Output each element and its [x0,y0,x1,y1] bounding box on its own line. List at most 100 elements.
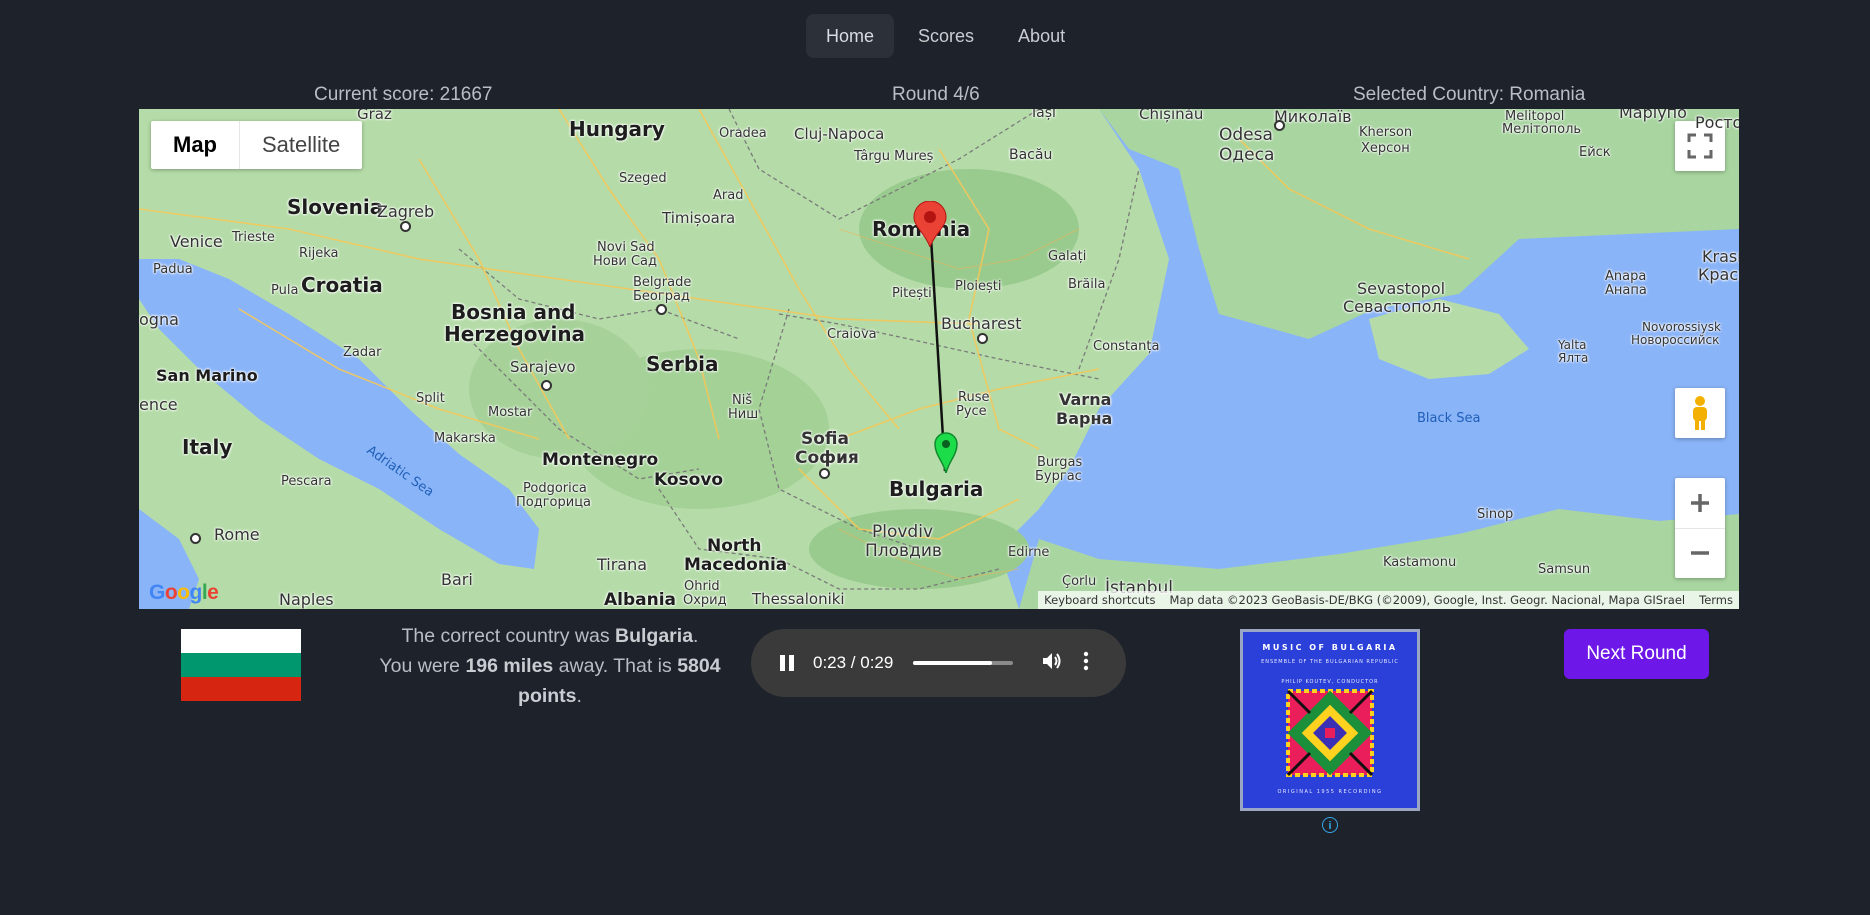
top-nav: Home Scores About [806,14,1085,58]
label-szeged: Szeged [619,171,667,186]
label-varna-1: Varna [1059,390,1112,409]
label-north-2: Macedonia [684,555,788,575]
city-dot [656,304,667,315]
label-novisad-1: Novi Sad [597,240,655,255]
label-zagreb: Zagreb [377,202,435,221]
label-croatia: Croatia [301,273,383,297]
result-line2-post: . [576,685,582,707]
answer-marker-green [934,432,958,473]
album-subtitle: ENSEMBLE OF THE BULGARIAN REPUBLIC [1261,659,1399,665]
label-rostov: Росто [1695,113,1739,132]
album-title: MUSIC OF BULGARIA [1262,643,1398,652]
label-north-1: North [707,536,762,556]
selected-country: Selected Country: Romania [1353,84,1586,105]
label-mykolaiv: Миколаїв [1274,109,1352,126]
label-galati: Galați [1048,249,1087,264]
label-burgas-2: Бургас [1035,469,1082,484]
label-novorossiysk-1: Novorossiysk [1642,320,1721,334]
label-ruse-1: Ruse [958,390,990,405]
label-sofia-2: София [795,448,859,468]
label-belgrade-1: Belgrade [633,275,692,290]
label-belgrade-2: Београд [633,289,690,304]
label-yalta-1: Yalta [1558,338,1587,352]
audio-player: 0:23 / 0:29 [751,629,1126,697]
result-line1-pre: The correct country was [401,625,616,647]
label-krasnod-1: Krasnod [1702,247,1739,266]
nav-home[interactable]: Home [806,14,895,58]
result-line1-post: . [693,625,699,647]
next-round-button[interactable]: Next Round [1564,629,1709,679]
label-anapa-1: Anapa [1605,269,1647,284]
label-padua: Padua [153,262,193,277]
label-tirana: Tirana [597,555,648,574]
map-view[interactable]: Map Satellite Hungary Romania Slovenia C… [139,109,1739,609]
label-iasi: Iași [1032,109,1056,121]
result-line2-mid: away. That is [553,655,678,677]
label-oradea: Oradea [719,126,767,141]
label-kastamonu: Kastamonu [1383,555,1457,570]
fullscreen-icon [1687,133,1713,159]
volume-icon [1043,652,1061,669]
label-albania: Albania [604,590,677,609]
label-melitopol-2: Мелітополь [1502,122,1582,137]
zoom-out-button[interactable] [1675,529,1725,579]
label-san-marino: San Marino [156,366,258,385]
label-kherson-1: Kherson [1359,125,1413,140]
label-arad: Arad [713,188,744,203]
audio-seek-bar[interactable] [913,661,1014,665]
city-dot [819,468,830,479]
label-mostar: Mostar [488,405,533,420]
round-indicator: Round 4/6 [892,84,980,105]
label-serbia: Serbia [646,352,719,376]
label-novisad-2: Нови Сад [593,254,658,269]
volume-button[interactable] [1041,650,1063,677]
label-pitesti: Pitești [892,286,932,301]
map-type-toggle: Map Satellite [151,121,363,169]
info-icon[interactable]: i [1322,817,1338,833]
label-podgorica-2: Подгорица [516,495,592,510]
map-type-map[interactable]: Map [151,121,240,169]
label-podgorica-1: Podgorica [523,481,587,496]
label-sevastopol-1: Sevastopol [1357,279,1446,298]
label-timisoara: Timișoara [662,209,736,227]
label-yalta-2: Ялта [1558,351,1589,365]
pause-button[interactable] [773,649,801,677]
label-yeysk: Ейск [1579,145,1611,160]
minus-icon [1691,551,1709,555]
correct-country: Bulgaria [615,625,694,647]
terms-link[interactable]: Terms [1699,593,1733,607]
label-varna-2: Варна [1056,409,1113,428]
city-dot [1274,120,1285,131]
nav-scores[interactable]: Scores [898,14,994,58]
label-nis-1: Niš [732,393,753,408]
map-attribution: Keyboard shortcuts Map data ©2023 GeoBas… [1038,591,1739,609]
label-novorossiysk-2: Новороссийск [1631,333,1720,347]
label-burgas-1: Burgas [1037,455,1083,470]
label-makarska: Makarska [434,431,496,446]
result-message: The correct country was Bulgaria. You we… [360,621,740,711]
label-edirne: Edirne [1008,545,1050,560]
google-logo: Google [149,581,219,604]
label-bosnia-2: Herzegovina [444,322,586,346]
label-venice: Venice [170,232,223,251]
label-naples: Naples [279,590,334,609]
audio-more-button[interactable] [1083,651,1089,676]
map-type-satellite[interactable]: Satellite [240,121,362,169]
label-ohrid-1: Ohrid [684,579,720,594]
label-plovdiv-2: Пловдив [865,541,942,561]
zoom-in-button[interactable] [1675,478,1725,529]
label-mariupol: Маріупо [1619,109,1687,122]
label-braila: Brăila [1068,277,1106,292]
label-kosovo: Kosovo [654,470,724,490]
label-thessaloniki: Thessaloniki [752,590,845,608]
nav-about[interactable]: About [998,14,1085,58]
label-split: Split [416,391,445,406]
street-view-pegman[interactable] [1675,388,1725,438]
label-targu: Târgu Mureș [854,149,934,164]
label-bari: Bari [441,570,473,589]
city-dot [400,221,411,232]
label-plovdiv-1: Plovdiv [872,522,934,542]
keyboard-shortcuts-link[interactable]: Keyboard shortcuts [1044,593,1155,607]
label-ruse-2: Русе [956,404,987,419]
label-pula: Pula [271,283,299,298]
